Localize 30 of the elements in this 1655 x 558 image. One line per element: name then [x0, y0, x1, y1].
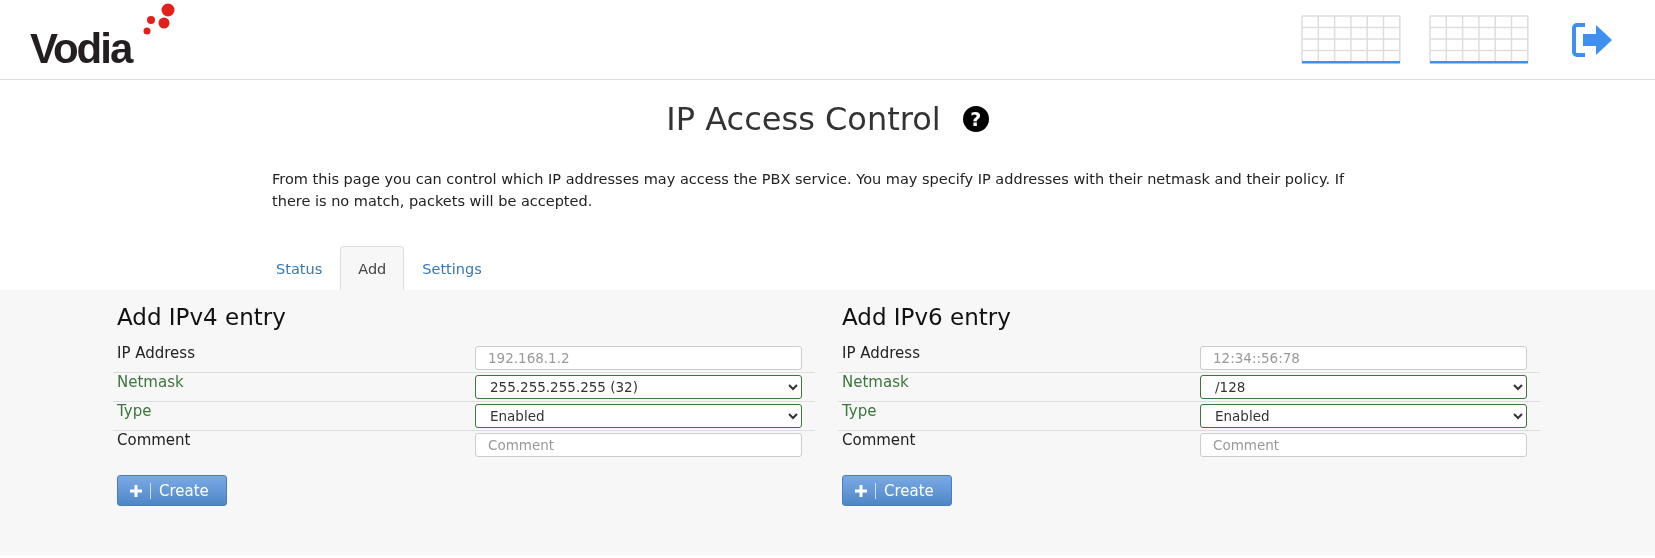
dropdown[interactable]: /128 — [1200, 375, 1527, 399]
help-icon[interactable]: ? — [962, 106, 989, 132]
input-field[interactable]: 12:34::56:78 — [1200, 346, 1527, 370]
dropdown[interactable]: Enabled — [475, 404, 802, 428]
tab[interactable]: Settings — [404, 246, 500, 290]
field-label: Comment — [842, 431, 917, 449]
input-field[interactable]: Comment — [475, 433, 802, 457]
input-field[interactable]: 192.168.1.2 — [475, 346, 802, 370]
field-label: Type — [842, 402, 878, 420]
dropdown[interactable]: Enabled — [1200, 404, 1527, 428]
dots-icon — [142, 1, 176, 36]
field-label: Netmask — [117, 373, 185, 391]
section-heading: Add IPv4 entry — [117, 304, 287, 332]
tab[interactable]: Status — [258, 246, 341, 290]
tab[interactable]: Add — [340, 246, 405, 290]
logo[interactable]: Vodia — [30, 27, 132, 70]
field-label: Netmask — [842, 373, 910, 391]
plus-icon — [855, 484, 867, 497]
table-grid-icon[interactable] — [1429, 14, 1529, 65]
page-title: IP Access Control — [666, 100, 941, 138]
dropdown[interactable]: 255.255.255.255 (32) — [475, 375, 802, 399]
field-label: Comment — [117, 431, 192, 449]
input-field[interactable]: Comment — [1200, 433, 1527, 457]
field-label: IP Address — [842, 344, 921, 362]
field-label: Type — [117, 402, 153, 420]
description: From this page you can control which IP addresses may access the PBX service. You may specify IP addresses with their netmask and their policy. If there is no match, packets will be accepted. — [272, 170, 1346, 211]
section-heading: Add IPv6 entry — [842, 304, 1012, 332]
plus-icon — [130, 484, 142, 497]
field-label: IP Address — [117, 344, 196, 362]
table-grid-icon[interactable] — [1301, 14, 1401, 65]
